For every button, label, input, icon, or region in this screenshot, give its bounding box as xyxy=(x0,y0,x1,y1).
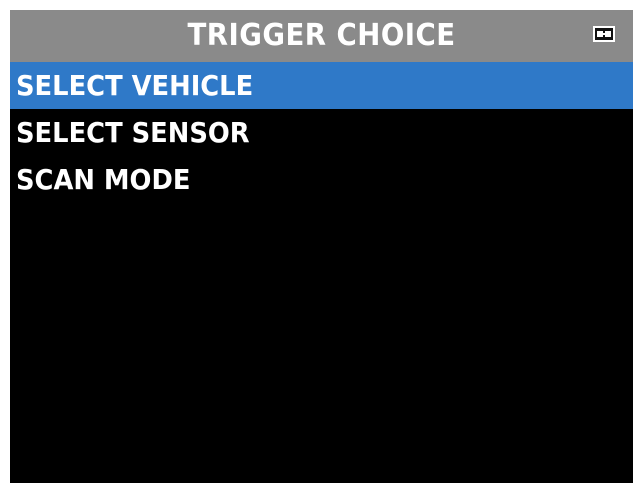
menu-item-label: SELECT SENSOR xyxy=(16,116,250,149)
trigger-menu: SELECT VEHICLE SELECT SENSOR SCAN MODE xyxy=(10,62,633,203)
menu-item-scan-mode[interactable]: SCAN MODE xyxy=(10,156,633,203)
title-bar: TRIGGER CHOICE xyxy=(10,10,633,62)
device-screen: TRIGGER CHOICE SELECT VEHICLE SELECT SEN… xyxy=(10,10,633,483)
menu-item-label: SCAN MODE xyxy=(16,163,191,196)
menu-item-select-vehicle[interactable]: SELECT VEHICLE xyxy=(10,62,633,109)
menu-item-label: SELECT VEHICLE xyxy=(16,69,254,102)
menu-item-select-sensor[interactable]: SELECT SENSOR xyxy=(10,109,633,156)
battery-icon xyxy=(593,26,615,42)
page-title: TRIGGER CHOICE xyxy=(187,18,456,53)
